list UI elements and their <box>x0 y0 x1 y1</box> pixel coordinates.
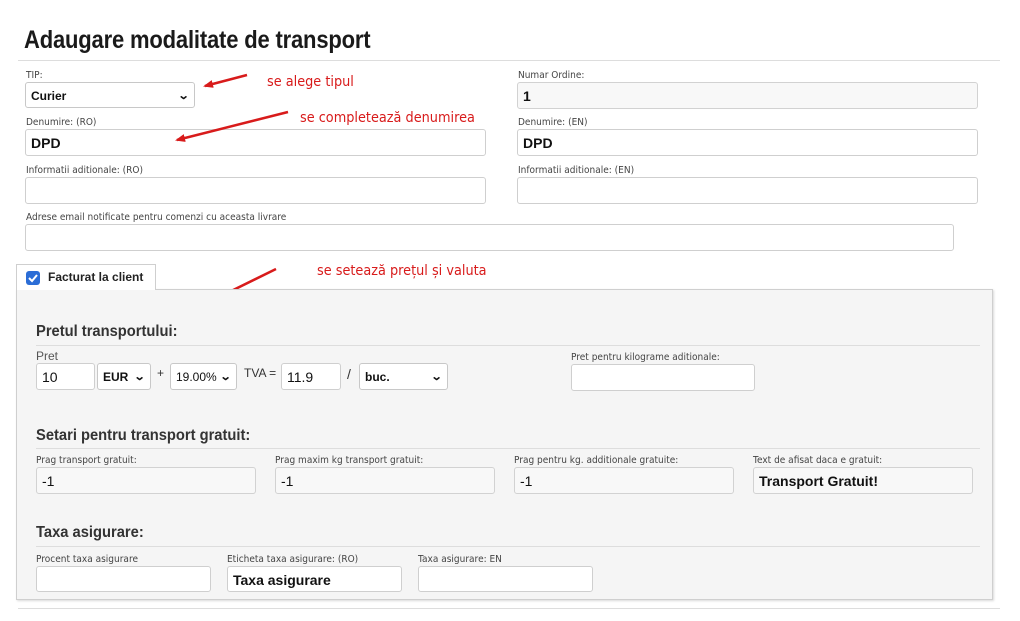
eticheta-input[interactable]: Taxa asigurare <box>227 566 402 592</box>
bottom-divider <box>18 608 1000 609</box>
prag-extra-label: Prag pentru kg. additionale gratuite: <box>514 455 679 466</box>
tva-label: TVA = <box>244 366 277 380</box>
chevron-down-icon: ⌄ <box>219 371 232 383</box>
prag-kg-label: Prag maxim kg transport gratuit: <box>275 455 424 466</box>
section-gratuit-divider <box>36 448 980 449</box>
section-pret-divider <box>36 345 980 346</box>
plus-sign: + <box>157 366 165 380</box>
vat-rate-select[interactable]: 19.00% ⌄ <box>170 363 237 390</box>
prag-label: Prag transport gratuit: <box>36 455 137 466</box>
check-icon <box>28 274 38 283</box>
prag-kg-input[interactable]: -1 <box>275 467 495 494</box>
text-gratuit-input[interactable]: Transport Gratuit! <box>753 467 973 494</box>
procent-label: Procent taxa asigurare <box>36 554 138 565</box>
arrow-tip <box>203 73 248 88</box>
unit-select[interactable]: buc. ⌄ <box>359 363 448 390</box>
prag-input[interactable]: -1 <box>36 467 256 494</box>
section-asigurare-heading: Taxa asigurare: <box>36 524 144 541</box>
currency-value: EUR <box>103 370 129 384</box>
asigurare-en-label: Taxa asigurare: EN <box>418 554 502 565</box>
pret-label: Pret <box>36 349 59 363</box>
asigurare-en-input[interactable] <box>418 566 593 592</box>
unit-value: buc. <box>365 370 390 384</box>
chevron-down-icon: ⌄ <box>133 371 146 383</box>
procent-input[interactable] <box>36 566 211 592</box>
facturat-checkbox[interactable] <box>26 271 40 285</box>
tva-value-input[interactable]: 11.9 <box>281 363 341 390</box>
prag-extra-input[interactable]: -1 <box>514 467 734 494</box>
eticheta-label: Eticheta taxa asigurare: (RO) <box>227 554 359 565</box>
section-asigurare-divider <box>36 546 980 547</box>
facturat-label: Facturat la client <box>48 270 144 284</box>
vat-rate-value: 19.00% <box>176 370 217 384</box>
arrow-denumire <box>175 110 289 142</box>
slash-separator: / <box>347 366 351 382</box>
extra-kg-label: Pret pentru kilograme aditionale: <box>571 352 720 363</box>
text-gratuit-label: Text de afisat daca e gratuit: <box>753 455 883 466</box>
pret-input[interactable]: 10 <box>36 363 95 390</box>
currency-select[interactable]: EUR ⌄ <box>97 363 151 390</box>
chevron-down-icon: ⌄ <box>430 371 443 383</box>
extra-kg-input[interactable] <box>571 364 755 391</box>
section-pret-heading: Pretul transportului: <box>36 323 178 340</box>
section-gratuit-heading: Setari pentru transport gratuit: <box>36 427 251 444</box>
